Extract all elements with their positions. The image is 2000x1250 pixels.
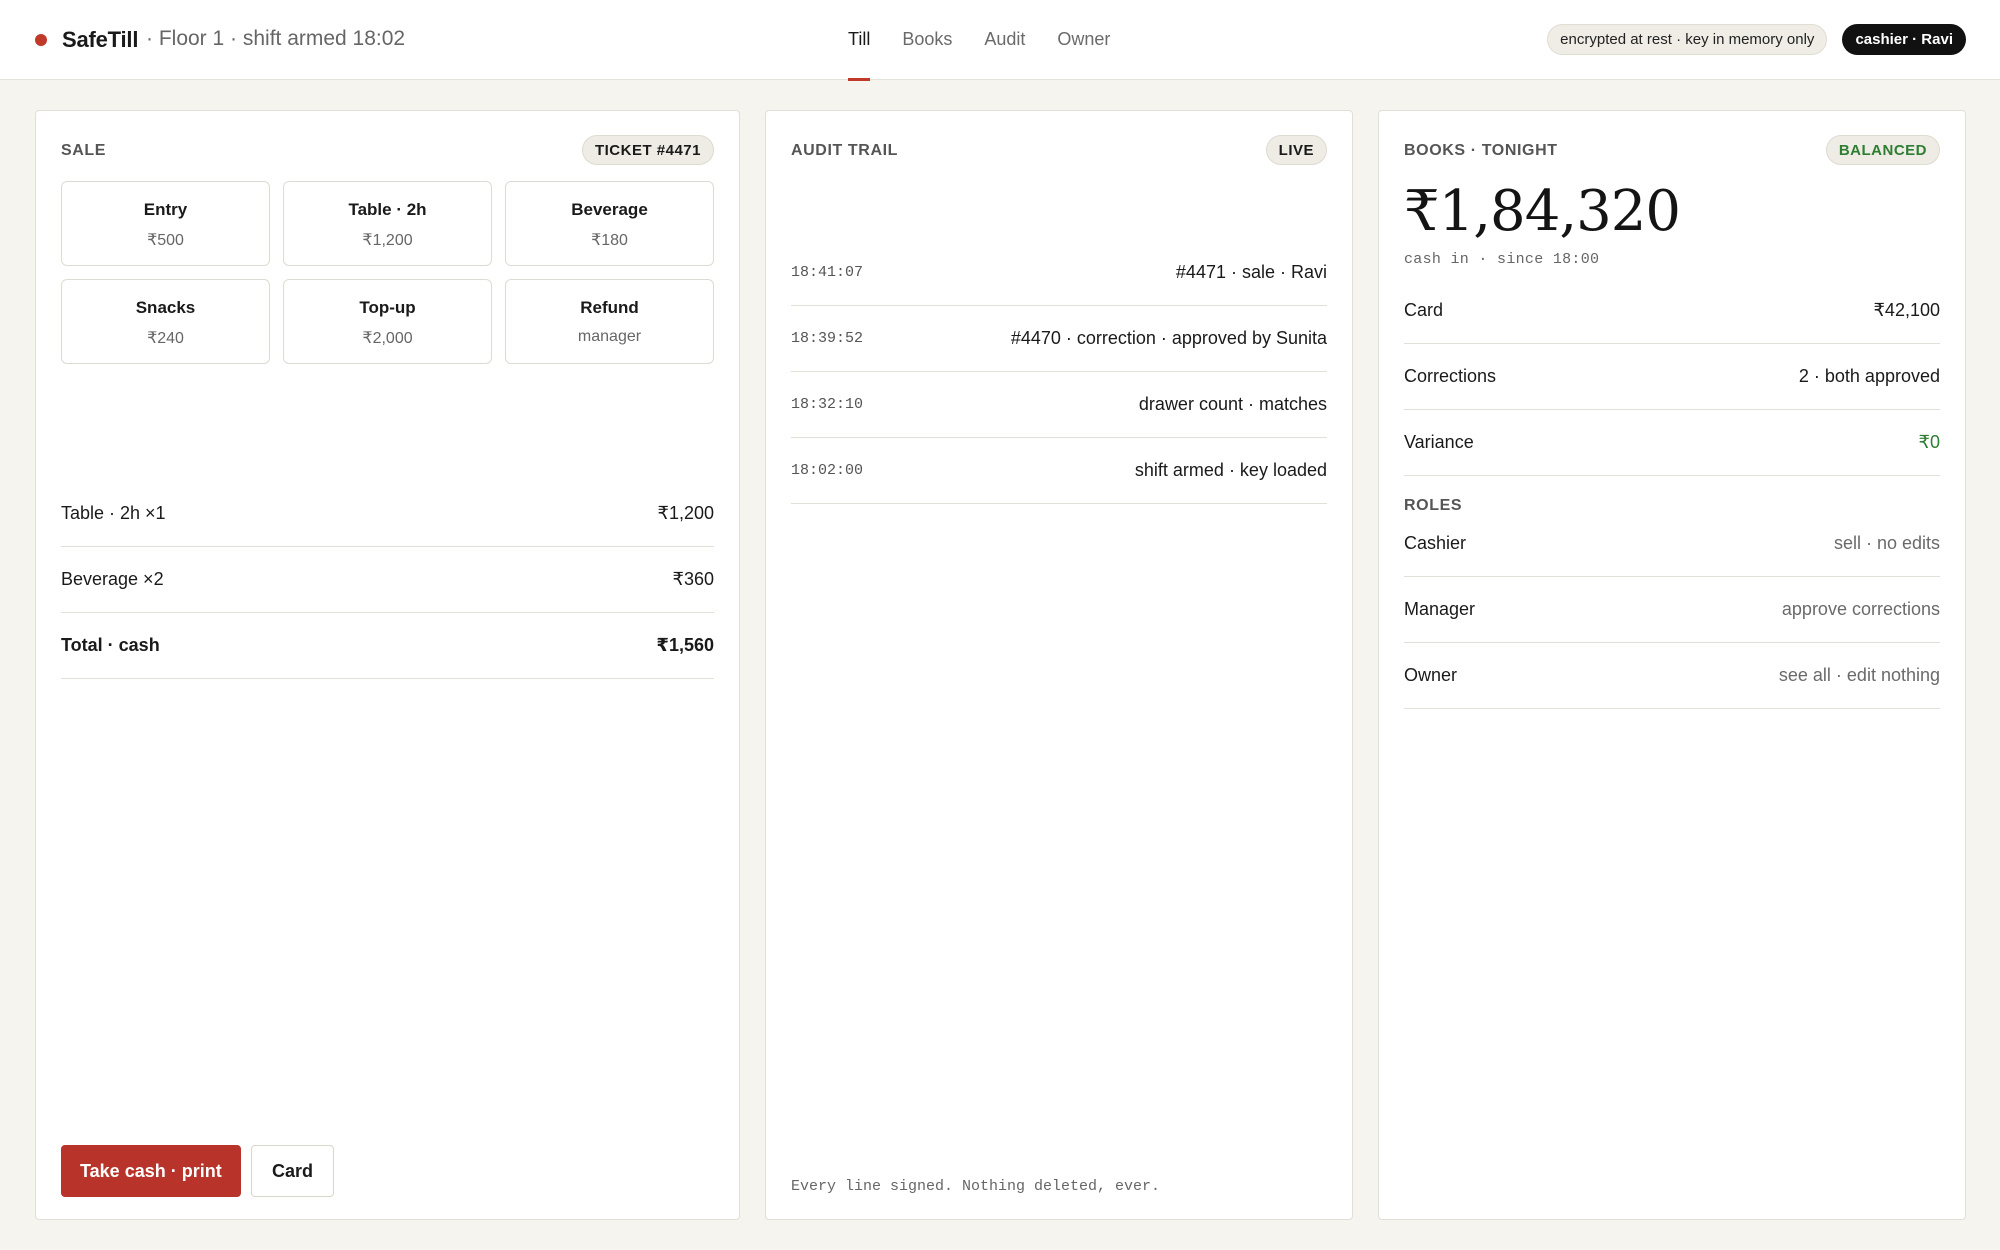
audit-panel: AUDIT TRAIL LIVE 18:41:07 #4471 · sale ·… [765,110,1353,1220]
panel-title: SALE [61,142,107,159]
audit-event: #4471 · sale · Ravi [1175,262,1327,282]
total-amount: ₹1,560 [656,635,714,655]
audit-footer-note: Every line signed. Nothing deleted, ever… [791,1178,1161,1195]
product-name: Refund [580,298,639,317]
role-permissions: sell · no edits [1833,533,1940,553]
sale-panel-header: SALE TICKET #4471 [61,135,714,167]
product-name: Entry [143,200,188,219]
row-value: ₹42,100 [1873,300,1940,320]
product-name: Snacks [135,298,196,317]
role-row-cashier: Cashier sell · no edits [1404,511,1940,577]
audit-event: shift armed · key loaded [1134,460,1327,480]
balanced-badge: BALANCED [1825,135,1940,165]
line-label: Beverage ×2 [61,569,164,589]
audit-panel-header: AUDIT TRAIL LIVE [791,135,1327,167]
line-amount: ₹360 [672,569,714,589]
product-price: manager [577,328,642,345]
tab-books[interactable]: Books [902,0,952,80]
product-price: ₹1,200 [362,232,413,249]
product-beverage-button[interactable]: Beverage ₹180 [505,181,714,266]
books-panel: BOOKS · TONIGHT BALANCED ₹1,84,320 cash … [1378,110,1966,1220]
tab-owner[interactable]: Owner [1057,0,1110,80]
product-grid: Entry ₹500 Table · 2h ₹1,200 Beverage ₹1… [61,181,714,364]
encryption-badge: encrypted at rest · key in memory only [1547,24,1828,55]
header-status: encrypted at rest · key in memory only c… [1547,24,1966,55]
product-entry-button[interactable]: Entry ₹500 [61,181,270,266]
audit-entry: 18:39:52 #4470 · correction · approved b… [791,306,1327,372]
role-permissions: approve corrections [1781,599,1940,619]
shift-status: · Floor 1 · shift armed 18:02 [146,27,406,50]
card-payment-button[interactable]: Card [251,1145,335,1197]
take-cash-print-button[interactable]: Take cash · print [61,1145,241,1197]
cash-total-amount: ₹1,84,320 [1404,179,1681,244]
product-price: ₹240 [147,330,184,347]
books-row-card: Card ₹42,100 [1404,278,1940,344]
audit-time: 18:02:00 [791,462,864,479]
audit-time: 18:41:07 [791,264,864,281]
role-row-owner: Owner see all · edit nothing [1404,643,1940,709]
panel-title: BOOKS · TONIGHT [1404,142,1558,159]
user-badge[interactable]: cashier · Ravi [1842,24,1966,55]
status-dot-icon [35,34,47,46]
books-row-corrections: Corrections 2 · both approved [1404,344,1940,410]
product-price: ₹2,000 [362,330,413,347]
row-label: Card [1404,300,1444,320]
product-table-button[interactable]: Table · 2h ₹1,200 [283,181,492,266]
books-summary: Card ₹42,100 Corrections 2 · both approv… [1404,278,1940,476]
cash-total-caption: cash in · since 18:00 [1404,251,1600,268]
row-label: Variance [1404,432,1474,452]
product-topup-button[interactable]: Top-up ₹2,000 [283,279,492,364]
line-label: Table · 2h ×1 [61,503,166,523]
product-refund-button[interactable]: Refund manager [505,279,714,364]
brand-name: SafeTill [62,27,139,52]
tab-audit[interactable]: Audit [984,0,1025,80]
role-name: Manager [1404,599,1476,619]
line-amount: ₹1,200 [657,503,715,523]
ticket-line[interactable]: Table · 2h ×1 ₹1,200 [61,481,714,547]
role-permissions: see all · edit nothing [1778,665,1940,685]
books-row-variance: Variance ₹0 [1404,410,1940,476]
role-name: Cashier [1404,533,1467,553]
roles-list: Cashier sell · no edits Manager approve … [1404,511,1940,709]
product-price: ₹180 [591,232,628,249]
ticket-lines: Table · 2h ×1 ₹1,200 Beverage ×2 ₹360 To… [61,481,714,679]
audit-time: 18:32:10 [791,396,864,413]
product-price: ₹500 [147,232,184,249]
live-badge: LIVE [1265,135,1327,165]
app-header: SafeTill · Floor 1 · shift armed 18:02 T… [0,0,2000,81]
audit-entry: 18:02:00 shift armed · key loaded [791,438,1327,504]
row-label: Corrections [1404,366,1497,386]
main-nav: Till Books Audit Owner [848,0,1110,81]
row-value: ₹0 [1918,432,1940,452]
ticket-line[interactable]: Beverage ×2 ₹360 [61,547,714,613]
audit-entry: 18:32:10 drawer count · matches [791,372,1327,438]
total-label: Total · cash [61,635,160,655]
product-snacks-button[interactable]: Snacks ₹240 [61,279,270,364]
ticket-badge: TICKET #4471 [581,135,714,165]
tab-till[interactable]: Till [848,0,871,81]
sale-panel: SALE TICKET #4471 Entry ₹500 Table · 2h … [35,110,740,1220]
audit-entry: 18:41:07 #4471 · sale · Ravi [791,240,1327,306]
panel-title: AUDIT TRAIL [791,142,899,159]
product-name: Top-up [359,298,416,317]
audit-event: #4470 · correction · approved by Sunita [1010,328,1327,348]
role-row-manager: Manager approve corrections [1404,577,1940,643]
audit-time: 18:39:52 [791,330,864,347]
product-name: Table · 2h [348,200,427,219]
audit-event: drawer count · matches [1138,394,1327,414]
ticket-total: Total · cash ₹1,560 [61,613,714,679]
role-name: Owner [1404,665,1458,685]
row-value: 2 · both approved [1798,366,1940,386]
audit-list: 18:41:07 #4471 · sale · Ravi 18:39:52 #4… [791,262,1327,504]
books-panel-header: BOOKS · TONIGHT BALANCED [1404,135,1940,167]
product-name: Beverage [571,200,648,219]
